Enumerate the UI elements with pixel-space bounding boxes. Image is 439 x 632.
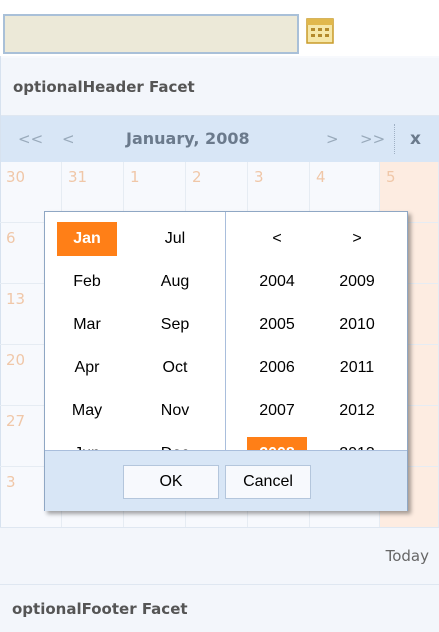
today-bar: Today xyxy=(0,527,439,585)
year-option[interactable]: 2012 xyxy=(327,394,387,428)
month-option[interactable]: Nov xyxy=(145,394,205,428)
year-prev-button[interactable]: < xyxy=(247,222,307,256)
month-option[interactable]: Oct xyxy=(145,351,205,385)
picker-divider xyxy=(225,212,226,450)
year-option[interactable]: 2006 xyxy=(247,351,307,385)
month-year-picker: JanJulFebAugMarSepAprOctMayNovJunDec < >… xyxy=(44,211,408,511)
month-option[interactable]: Apr xyxy=(57,351,117,385)
month-option[interactable]: Mar xyxy=(57,308,117,342)
month-option[interactable]: Aug xyxy=(145,265,205,299)
date-input[interactable] xyxy=(3,14,299,54)
next-year-button[interactable]: >> xyxy=(360,116,385,162)
next-month-button[interactable]: > xyxy=(326,116,339,162)
prev-month-button[interactable]: < xyxy=(62,116,75,162)
month-option[interactable]: May xyxy=(57,394,117,428)
month-option[interactable]: Sep xyxy=(145,308,205,342)
nav-separator xyxy=(394,124,395,154)
ok-button[interactable]: OK xyxy=(123,465,219,499)
cancel-button[interactable]: Cancel xyxy=(225,465,311,499)
today-button[interactable]: Today xyxy=(386,547,429,565)
month-option[interactable]: Jan xyxy=(57,222,117,256)
year-option[interactable]: 2011 xyxy=(327,351,387,385)
footer-facet: optionalFooter Facet xyxy=(0,585,439,632)
year-option[interactable]: 2009 xyxy=(327,265,387,299)
month-year-title[interactable]: January, 2008 xyxy=(126,116,250,162)
year-option[interactable]: 2007 xyxy=(247,394,307,428)
year-next-button[interactable]: > xyxy=(327,222,387,256)
year-option[interactable]: 2005 xyxy=(247,308,307,342)
close-button[interactable]: x xyxy=(410,116,421,162)
month-option[interactable]: Feb xyxy=(57,265,117,299)
year-option[interactable]: 2004 xyxy=(247,265,307,299)
prev-year-button[interactable]: << xyxy=(18,116,43,162)
header-facet: optionalHeader Facet xyxy=(1,58,439,116)
calendar-button[interactable] xyxy=(305,16,335,46)
month-option[interactable]: Jul xyxy=(145,222,205,256)
calendar-icon xyxy=(306,18,334,44)
year-option[interactable]: 2010 xyxy=(327,308,387,342)
